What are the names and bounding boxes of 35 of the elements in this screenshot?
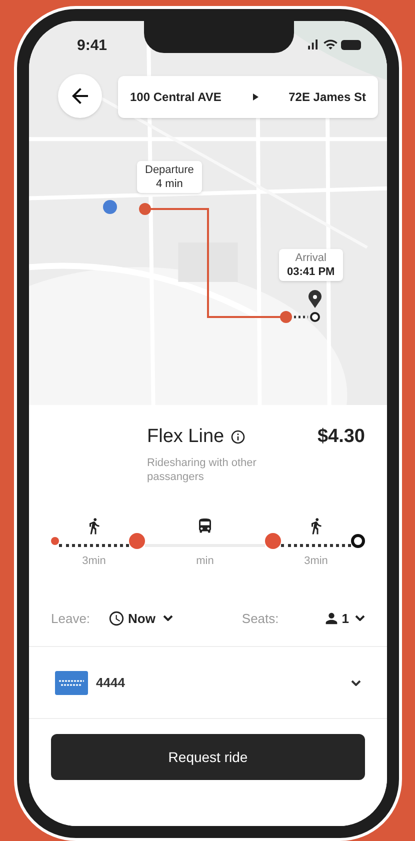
chevron-down-icon	[162, 615, 172, 622]
leave-label: Leave:	[51, 610, 90, 628]
wifi-icon	[323, 37, 338, 52]
destination-ring	[351, 534, 365, 548]
ride-description: Ridesharing with other passangers	[147, 456, 258, 484]
leg-duration: 3min	[82, 554, 106, 568]
map-pin-icon	[308, 290, 322, 308]
ride-price: $4.30	[317, 425, 365, 449]
ride-name: Flex Line	[147, 425, 224, 449]
info-icon[interactable]	[230, 429, 246, 446]
departure-time: 4 min	[156, 177, 183, 191]
payment-selector[interactable]: 4444	[29, 647, 387, 719]
chevron-down-icon	[355, 615, 365, 622]
signal-icon	[305, 37, 320, 52]
leave-time-dropdown[interactable]: Now	[108, 608, 172, 628]
request-ride-button[interactable]: Request ride	[51, 734, 365, 780]
walking-path	[293, 315, 309, 319]
destination-address: 72E James St	[288, 89, 366, 106]
route-bar[interactable]: 100 Central AVE 72E James St	[118, 76, 378, 118]
leg-duration: min	[196, 554, 214, 568]
status-time: 9:41	[77, 36, 108, 56]
route-segment	[59, 544, 129, 546]
route-segment	[281, 544, 351, 546]
chevron-down-icon	[351, 680, 361, 686]
card-number: 4444	[96, 674, 125, 692]
seats-dropdown[interactable]: 1	[322, 608, 365, 628]
clock-icon	[108, 610, 126, 627]
origin-address: 100 Central AVE	[130, 89, 222, 106]
credit-card-icon	[55, 670, 88, 694]
bus-icon	[196, 516, 214, 534]
departure-label: Departure	[145, 163, 194, 177]
seats-label: Seats:	[242, 610, 279, 628]
leg-duration: 3min	[304, 554, 328, 568]
arrival-time: 03:41 PM	[287, 265, 335, 279]
arrival-label: Arrival	[295, 251, 326, 265]
